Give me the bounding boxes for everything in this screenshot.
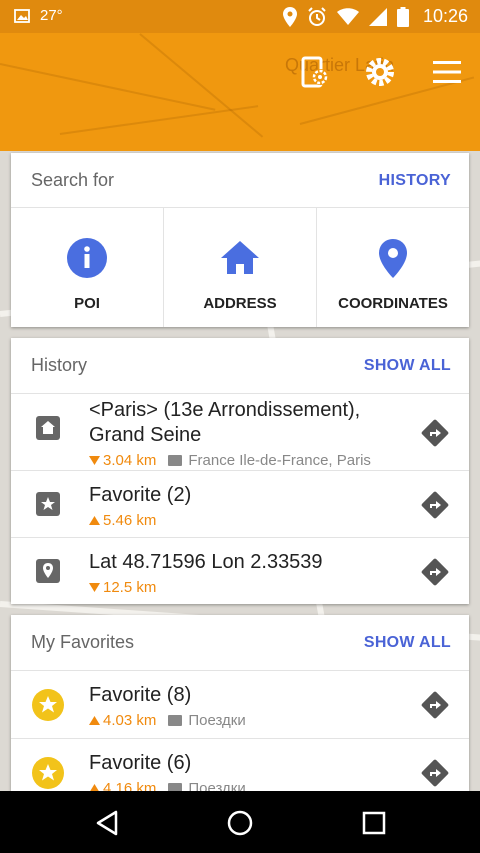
status-bar: 27° 10:26	[0, 0, 480, 33]
distance: 3.04 km	[89, 452, 156, 469]
favorites-card-header: My Favorites SHOW ALL	[11, 615, 469, 670]
navigate-icon[interactable]	[421, 419, 449, 447]
history-item-title: <Paris> (13e Arrondissement),	[89, 399, 361, 421]
menu-hamburger-button[interactable]	[430, 55, 464, 89]
history-show-all-link[interactable]: SHOW ALL	[364, 357, 451, 375]
history-title: History	[31, 355, 88, 375]
distance-value: 12.5 km	[103, 579, 157, 596]
history-item-subtitle: 3.04 km France Ile-de-France, Paris	[89, 452, 371, 469]
map-road-line	[139, 33, 264, 138]
favorite-item-title: Favorite (6)	[89, 752, 192, 774]
direction-down-icon	[89, 583, 100, 592]
search-card: Search for HISTORY POI ADDRESS COORDINAT…	[11, 153, 469, 327]
direction-up-icon	[90, 784, 99, 791]
distance: 4.03 km	[89, 712, 156, 729]
favorite-item-title: Favorite (8)	[89, 684, 192, 706]
search-poi-button[interactable]: POI	[11, 208, 164, 327]
history-item-title-line2: Grand Seine	[89, 424, 202, 446]
info-icon	[67, 238, 107, 278]
battery-icon	[396, 6, 409, 27]
map-road-line	[59, 105, 259, 135]
alarm-icon	[308, 6, 326, 26]
poi-label: POI	[74, 295, 100, 312]
history-item-title: Lat 48.71596 Lon 2.33539	[89, 551, 323, 573]
home-button[interactable]	[226, 809, 254, 837]
distance: 12.5 km	[89, 579, 156, 596]
history-item[interactable]: Lat 48.71596 Lon 2.33539 12.5 km	[11, 537, 469, 604]
clock: 10:26	[422, 6, 468, 26]
direction-up-icon	[89, 716, 100, 725]
favorites-card: My Favorites SHOW ALL Favorite (8) 4.03 …	[11, 615, 469, 791]
folder-name: Поездки	[188, 712, 246, 729]
favorite-item[interactable]: Favorite (6) 4.16 km Поездки	[11, 738, 469, 791]
favorites-show-all-link[interactable]: SHOW ALL	[364, 634, 451, 652]
favorite-item-subtitle: 4.03 km Поездки	[89, 712, 246, 729]
navigate-icon[interactable]	[421, 759, 449, 787]
favorite-star-icon	[32, 757, 64, 789]
folder-icon	[168, 455, 183, 466]
home-icon	[221, 241, 259, 274]
direction-down-icon	[89, 456, 100, 465]
navigate-icon[interactable]	[421, 558, 449, 586]
history-card-header: History SHOW ALL	[11, 338, 469, 393]
address-label: ADDRESS	[203, 295, 277, 312]
coordinates-label: COORDINATES	[338, 295, 448, 312]
gallery-notification-icon	[14, 8, 30, 23]
folder-icon	[168, 783, 183, 791]
history-item-subtitle: 12.5 km	[89, 579, 156, 596]
favorites-title: My Favorites	[31, 632, 135, 652]
back-button[interactable]	[94, 809, 122, 837]
settings-gear-button[interactable]	[363, 55, 397, 89]
location-pin-icon	[379, 239, 407, 278]
navigate-icon[interactable]	[421, 491, 449, 519]
navigate-icon[interactable]	[421, 691, 449, 719]
distance: 4.16 km	[89, 780, 156, 791]
house-icon	[36, 416, 60, 440]
history-item[interactable]: Favorite (2) 5.46 km	[11, 470, 469, 537]
favorite-star-icon	[32, 689, 64, 721]
search-card-header: Search for HISTORY	[11, 153, 469, 208]
distance-value: 4.16 km	[103, 780, 157, 791]
temperature-indicator: 27°	[40, 7, 63, 24]
device-settings-button[interactable]	[297, 55, 331, 89]
location-status-icon	[282, 6, 297, 27]
recents-button[interactable]	[360, 809, 388, 837]
location-text: France Ile-de-France, Paris	[188, 452, 371, 469]
search-coordinates-button[interactable]: COORDINATES	[317, 208, 469, 327]
favorite-item-subtitle: 4.16 km Поездки	[89, 780, 246, 791]
search-address-button[interactable]: ADDRESS	[164, 208, 317, 327]
distance: 5.46 km	[89, 512, 156, 529]
star-icon	[36, 492, 60, 516]
pin-icon	[36, 559, 60, 583]
distance-value: 5.46 km	[103, 512, 157, 529]
wifi-icon	[336, 7, 359, 25]
direction-up-icon	[89, 516, 100, 525]
app-header: Quartier Latin	[0, 33, 480, 151]
favorite-item[interactable]: Favorite (8) 4.03 km Поездки	[11, 670, 469, 738]
folder-name: Поездки	[188, 780, 246, 791]
distance-value: 3.04 km	[103, 452, 157, 469]
distance-value: 4.03 km	[103, 712, 157, 729]
history-card: History SHOW ALL <Paris> (13e Arrondisse…	[11, 338, 469, 604]
history-link[interactable]: HISTORY	[379, 172, 451, 190]
history-item-subtitle: 5.46 km	[89, 512, 156, 529]
history-item[interactable]: <Paris> (13e Arrondissement), Grand Sein…	[11, 393, 469, 470]
search-title: Search for	[31, 170, 115, 190]
folder-icon	[168, 715, 183, 726]
system-navigation-bar	[0, 791, 480, 853]
signal-icon	[368, 7, 387, 26]
history-item-title: Favorite (2)	[89, 484, 192, 506]
search-options: POI ADDRESS COORDINATES	[11, 208, 469, 327]
